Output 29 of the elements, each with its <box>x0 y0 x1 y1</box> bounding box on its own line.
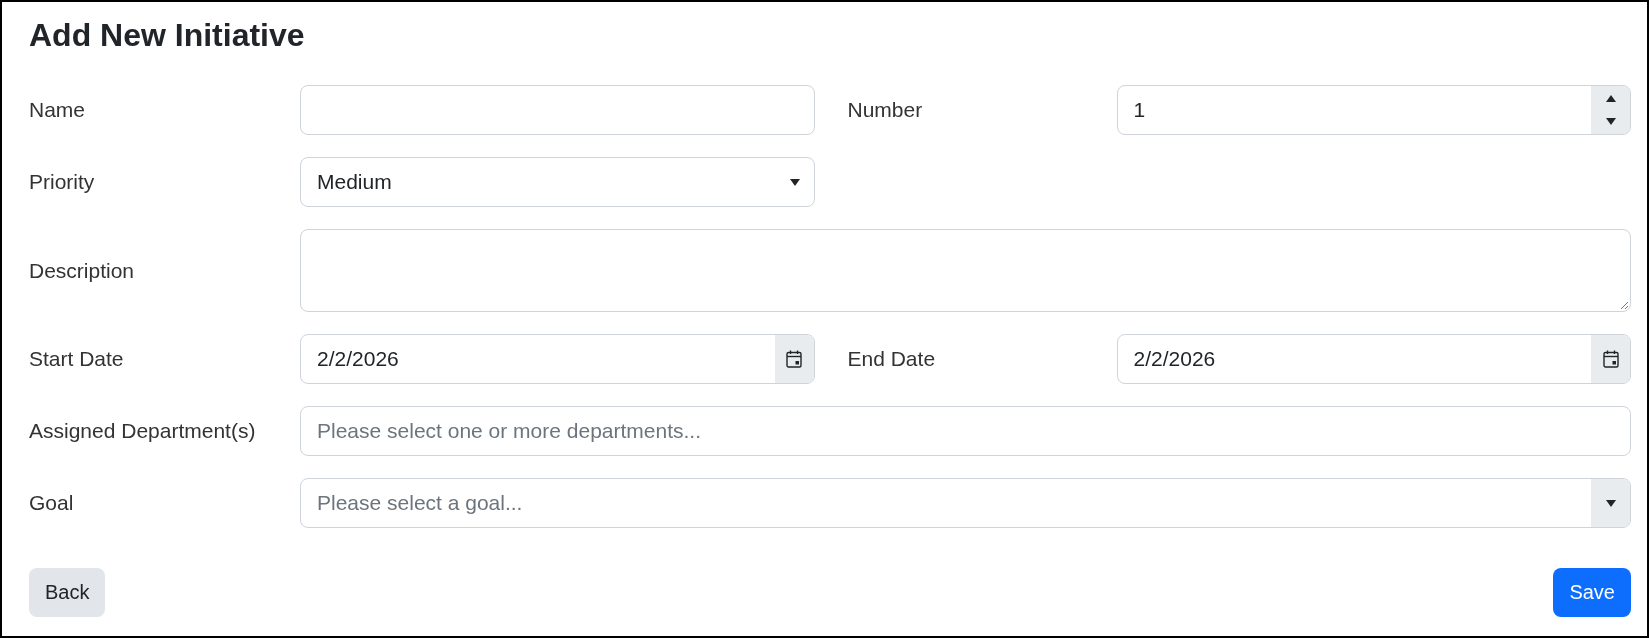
field-label: Description <box>29 258 135 283</box>
date-input[interactable]: 2/2/2026 <box>1116 334 1631 384</box>
combo-box-input[interactable]: Please select a goal... <box>300 478 1631 528</box>
date-input[interactable]: 2/2/2026 <box>300 334 815 384</box>
number-input[interactable]: 1 <box>1116 85 1631 135</box>
field-label: Priority <box>29 170 95 194</box>
dropdown-select[interactable]: Medium <box>300 157 815 207</box>
field-label: Assigned Department(s) <box>29 419 256 443</box>
multi-select-field[interactable]: Please select one or more departments... <box>300 406 1631 456</box>
caret-down-icon <box>789 178 800 186</box>
field-label: Number <box>847 98 923 122</box>
text-input[interactable] <box>300 85 815 135</box>
caret-down-icon <box>1605 499 1616 507</box>
field-label: Start Date <box>29 347 124 371</box>
calendar-button[interactable] <box>774 335 814 383</box>
spinner-panel[interactable] <box>1591 86 1630 134</box>
dropdown-toggle-button[interactable] <box>1591 479 1630 527</box>
page-title: Add New Initiative <box>29 16 305 54</box>
back-button[interactable]: Back <box>29 568 106 617</box>
save-button[interactable]: Save <box>1553 568 1631 617</box>
calendar-icon <box>786 350 802 368</box>
field-label: Goal <box>29 491 74 515</box>
field-label: End Date <box>847 347 936 371</box>
calendar-icon <box>1602 350 1619 368</box>
resize-grip-icon[interactable] <box>1620 301 1628 309</box>
calendar-button[interactable] <box>1591 335 1630 383</box>
spin-down-icon[interactable] <box>1605 118 1616 125</box>
field-label: Name <box>29 98 86 122</box>
spin-up-icon[interactable] <box>1605 95 1616 102</box>
